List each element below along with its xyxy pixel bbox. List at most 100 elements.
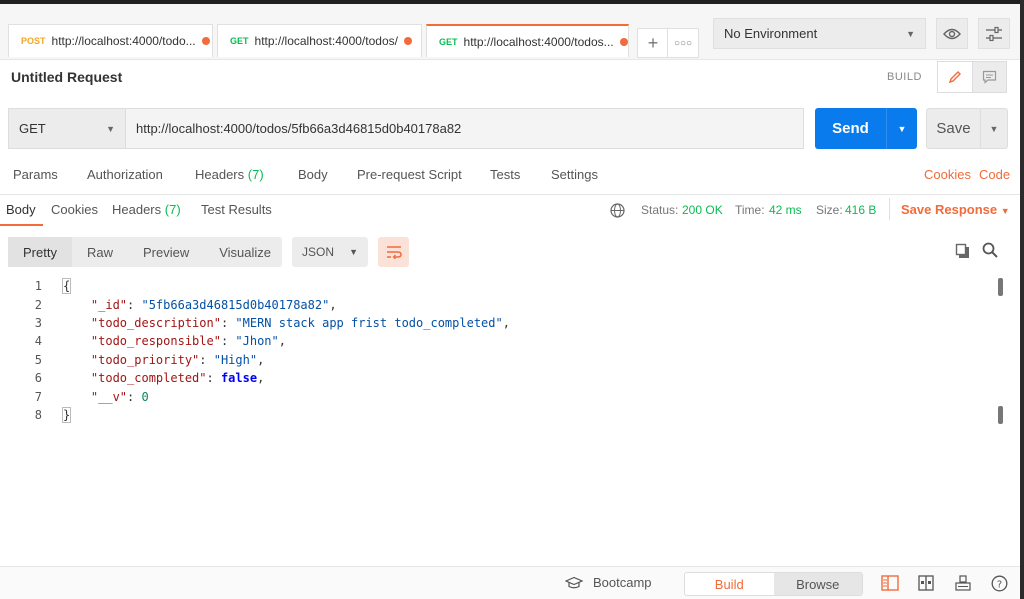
status-bar: Bootcamp Build Browse ?	[0, 566, 1020, 599]
tab-url-label: http://localhost:4000/todos/	[254, 34, 398, 48]
new-tab-button[interactable]: +	[637, 28, 669, 58]
save-options-button[interactable]: ▼	[981, 109, 1007, 148]
tab-prerequest-script[interactable]: Pre-request Script	[357, 167, 462, 182]
caret-down-icon: ▼	[897, 123, 907, 134]
format-pretty-button[interactable]: Pretty	[8, 237, 72, 267]
environment-select[interactable]: No Environment ▼	[713, 18, 926, 49]
cookies-link[interactable]: Cookies	[924, 167, 971, 182]
open-brace: {	[62, 278, 72, 295]
size-value[interactable]: 416 B	[845, 203, 876, 217]
save-button-group: Save ▼	[926, 108, 1008, 149]
json-key: "todo_description"	[90, 315, 221, 330]
tab-authorization[interactable]: Authorization	[87, 167, 163, 182]
comment-icon	[982, 70, 996, 84]
edit-mode-button[interactable]	[938, 62, 973, 92]
tab-method-label: GET	[439, 36, 458, 47]
pencil-icon	[948, 71, 961, 84]
status-divider	[889, 198, 890, 220]
line-number: 2	[34, 297, 42, 312]
tab-body[interactable]: Body	[298, 167, 328, 182]
wrap-lines-icon	[386, 246, 402, 259]
save-response-button[interactable]: Save Response ▼	[901, 202, 1010, 217]
plus-icon: +	[647, 32, 659, 53]
scroll-marker[interactable]	[998, 406, 1003, 424]
bootcamp-button[interactable]: Bootcamp	[565, 575, 652, 590]
send-options-button[interactable]: ▼	[887, 108, 917, 149]
environment-quick-look-button[interactable]	[936, 18, 968, 49]
tab-headers-label: Headers	[195, 167, 245, 182]
keyboard-shortcuts-icon[interactable]	[955, 575, 971, 591]
copy-icon[interactable]	[955, 243, 971, 259]
response-tab-headers-label: Headers	[112, 202, 162, 217]
code-line: 8}	[0, 406, 1000, 424]
language-label: JSON	[302, 245, 335, 259]
graduation-cap-icon	[565, 576, 583, 588]
manage-environments-button[interactable]	[978, 18, 1010, 49]
sliders-icon	[986, 26, 1002, 41]
size-label: Size:	[816, 203, 843, 217]
two-pane-view-icon[interactable]	[881, 575, 899, 591]
tab-params[interactable]: Params	[13, 167, 58, 182]
request-title[interactable]: Untitled Request	[11, 69, 122, 85]
method-select[interactable]: GET ▼	[9, 109, 126, 148]
search-icon[interactable]	[982, 242, 998, 258]
unsaved-dot-icon	[619, 37, 628, 46]
send-button-group: Send ▼	[815, 108, 917, 149]
status-value[interactable]: 200 OK	[682, 203, 723, 217]
line-number: 6	[34, 371, 42, 386]
language-select[interactable]: JSON ▼	[292, 237, 368, 267]
response-headers-count: (7)	[164, 202, 181, 217]
tab-settings[interactable]: Settings	[551, 167, 598, 182]
time-label: Time:	[735, 203, 765, 217]
code-line: 1{	[0, 277, 1000, 295]
send-button[interactable]: Send	[815, 108, 887, 149]
json-key: "todo_completed"	[90, 371, 207, 386]
svg-text:?: ?	[997, 580, 1002, 591]
request-tab-post[interactable]: POST http://localhost:4000/todo...	[8, 24, 213, 57]
response-tab-body[interactable]: Body	[6, 202, 36, 217]
close-brace: }	[62, 406, 72, 423]
tab-tests[interactable]: Tests	[490, 167, 520, 182]
caret-down-icon: ▼	[1000, 206, 1010, 216]
format-raw-button[interactable]: Raw	[72, 237, 128, 267]
json-number-value: 0	[141, 389, 149, 404]
time-value[interactable]: 42 ms	[769, 203, 802, 217]
headers-count: (7)	[247, 167, 264, 182]
build-toggle-button[interactable]: Build	[685, 573, 774, 595]
url-input[interactable]: http://localhost:4000/todos/5fb66a3d4681…	[126, 109, 803, 148]
scroll-marker[interactable]	[998, 278, 1003, 296]
format-preview-button[interactable]: Preview	[128, 237, 204, 267]
code-line: 4 "todo_responsible": "Jhon",	[0, 332, 1000, 350]
format-toolbar: Pretty Raw Preview Visualize	[8, 237, 282, 267]
line-number: 1	[34, 279, 42, 294]
comments-button[interactable]	[972, 62, 1006, 92]
request-tab-get-todo-active[interactable]: GET http://localhost:4000/todos...	[426, 24, 629, 57]
caret-down-icon: ▼	[989, 123, 999, 134]
code-line: 2 "_id": "5fb66a3d46815d0b40178a82",	[0, 295, 1000, 313]
more-tabs-button[interactable]: ○○○	[667, 28, 699, 58]
tab-url-label: http://localhost:4000/todos...	[463, 34, 614, 49]
wrap-lines-button[interactable]	[378, 237, 409, 267]
save-response-label: Save Response	[901, 202, 998, 217]
help-icon[interactable]: ?	[991, 575, 1008, 592]
code-link[interactable]: Code	[979, 167, 1010, 182]
format-visualize-button[interactable]: Visualize	[204, 237, 286, 267]
save-button[interactable]: Save	[927, 109, 981, 148]
browse-toggle-button[interactable]: Browse	[773, 573, 862, 595]
tab-headers[interactable]: Headers (7)	[195, 167, 264, 182]
response-tab-headers[interactable]: Headers (7)	[112, 202, 181, 217]
request-tab-get-todos[interactable]: GET http://localhost:4000/todos/	[217, 24, 422, 57]
json-key: "_id"	[90, 297, 128, 312]
globe-icon[interactable]	[610, 203, 625, 218]
layout-columns-icon[interactable]	[918, 575, 934, 591]
url-bar: GET ▼ http://localhost:4000/todos/5fb66a…	[8, 108, 804, 149]
response-body-editor[interactable]: 1{ 2 "_id": "5fb66a3d46815d0b40178a82", …	[0, 277, 1000, 424]
unsaved-dot-icon	[201, 37, 210, 45]
json-string-value: "High"	[213, 352, 258, 367]
request-tab-bar: POST http://localhost:4000/todo... GET h…	[0, 4, 1020, 60]
line-number: 4	[34, 334, 42, 349]
response-tab-cookies[interactable]: Cookies	[51, 202, 98, 217]
line-number: 7	[34, 389, 42, 404]
caret-down-icon: ▼	[906, 28, 915, 39]
response-tab-test-results[interactable]: Test Results	[201, 202, 272, 217]
